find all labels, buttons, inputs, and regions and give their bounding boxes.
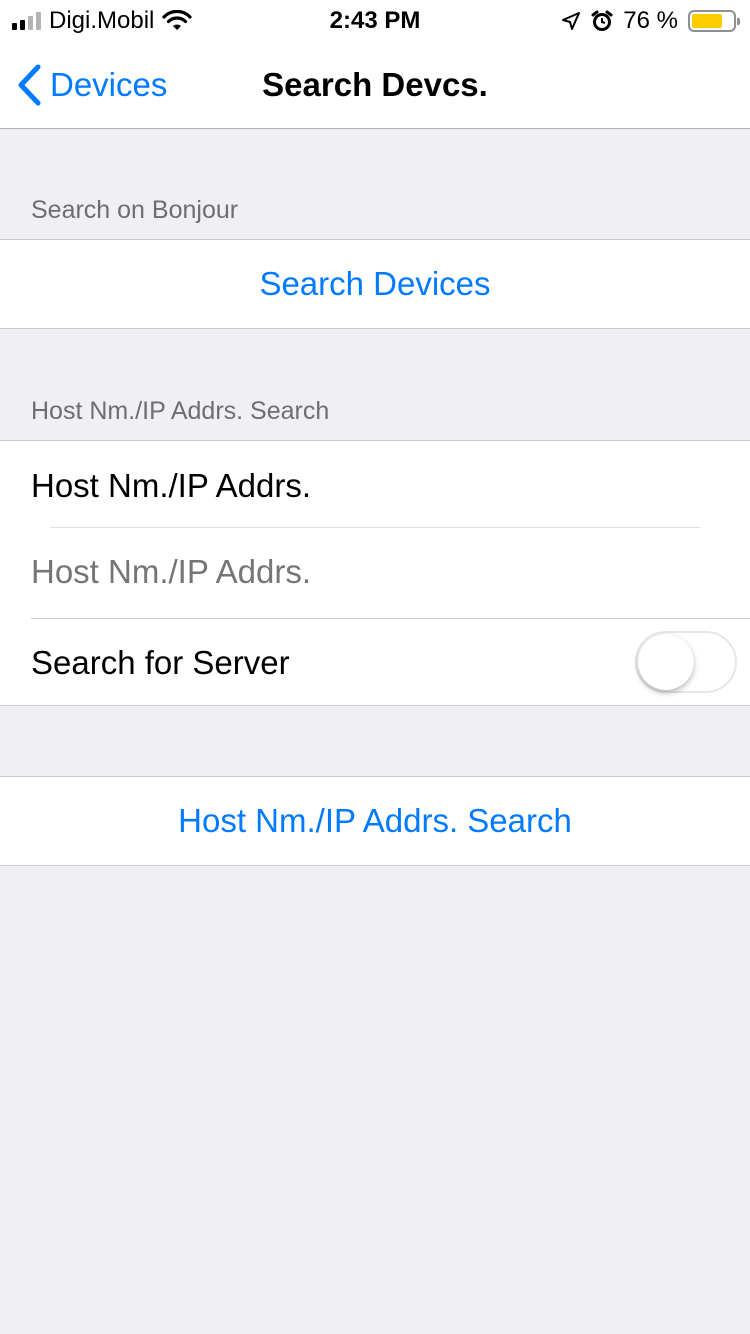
divider bbox=[31, 618, 750, 619]
host-search-button[interactable]: Host Nm./IP Addrs. Search bbox=[0, 777, 750, 865]
search-for-server-label: Search for Server bbox=[31, 644, 290, 681]
search-devices-button[interactable]: Search Devices bbox=[0, 240, 750, 328]
status-right: 76 % bbox=[561, 7, 740, 35]
host-search-cell: Host Nm./IP Addrs. Search bbox=[0, 776, 750, 866]
section-header-bonjour: Search on Bonjour bbox=[31, 196, 239, 224]
battery-fill bbox=[692, 14, 723, 28]
divider bbox=[50, 527, 700, 528]
battery-icon bbox=[688, 10, 740, 32]
section-header-host-search: Host Nm./IP Addrs. Search bbox=[31, 397, 330, 425]
battery-percent: 76 % bbox=[623, 7, 678, 34]
alarm-icon bbox=[591, 10, 613, 31]
search-for-server-toggle[interactable] bbox=[635, 631, 737, 693]
host-ip-input[interactable] bbox=[31, 541, 711, 603]
status-bar: Digi.Mobil 2:43 PM 76 % bbox=[0, 0, 750, 40]
host-field-label: Host Nm./IP Addrs. bbox=[31, 467, 311, 504]
navigation-bar: Devices Search Devcs. bbox=[0, 40, 750, 129]
page-title: Search Devcs. bbox=[262, 66, 488, 103]
search-devices-cell: Search Devices bbox=[0, 239, 750, 329]
toggle-knob bbox=[638, 634, 694, 690]
location-arrow-icon bbox=[562, 12, 581, 30]
host-search-group: Host Nm./IP Addrs. Search for Server bbox=[0, 440, 750, 706]
